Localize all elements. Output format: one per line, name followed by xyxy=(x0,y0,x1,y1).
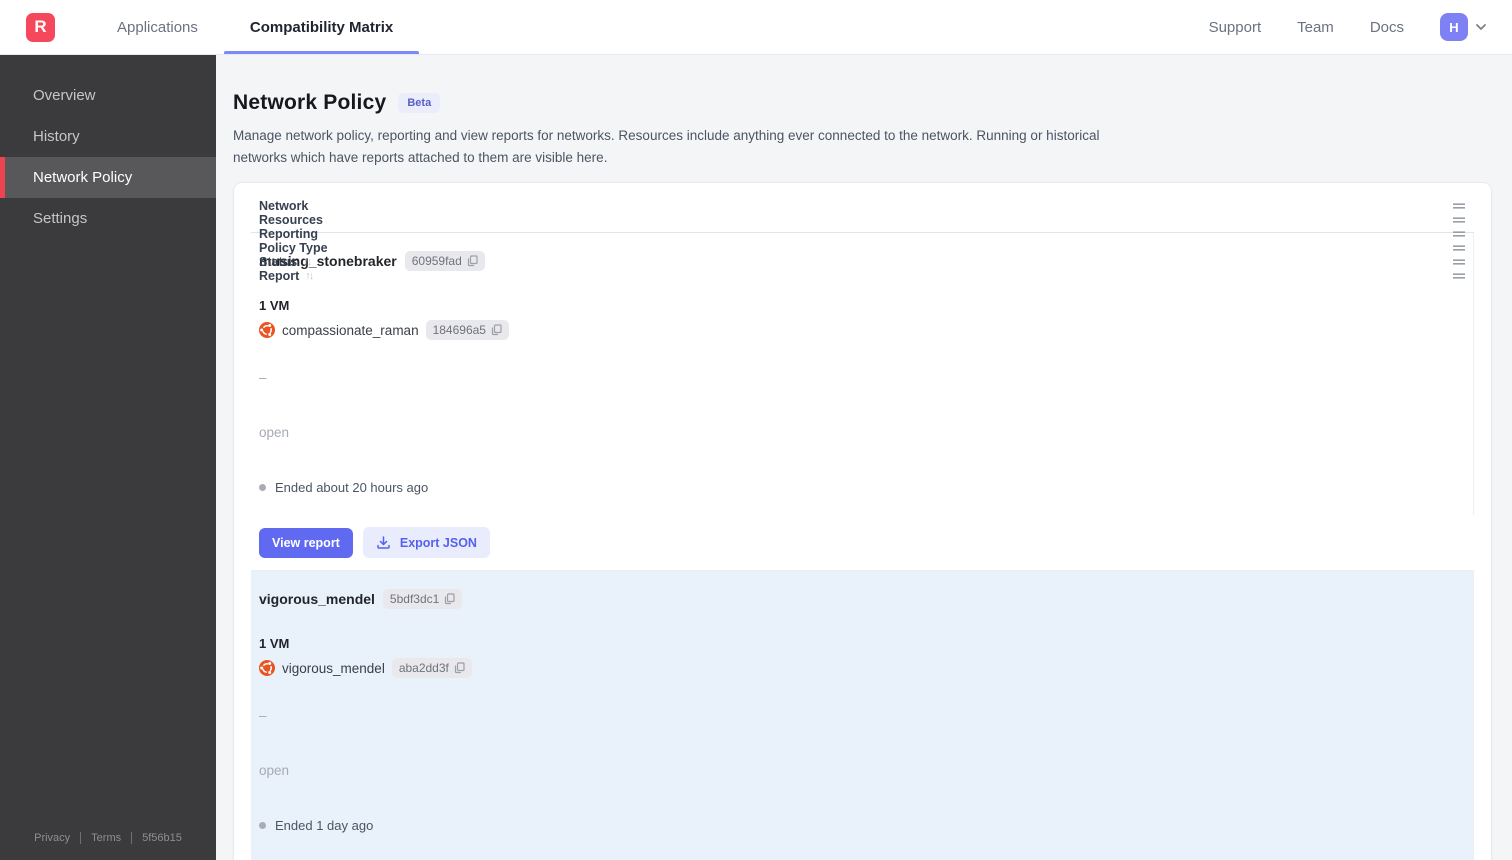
sidebar-item-overview[interactable]: Overview xyxy=(0,75,216,116)
copy-icon xyxy=(454,662,465,674)
user-menu[interactable]: H xyxy=(1440,13,1488,41)
col-header-policy-type[interactable]: Policy Type xyxy=(251,241,1474,255)
topbar: R Applications Compatibility Matrix Supp… xyxy=(0,0,1512,55)
networks-table-header: Network Resources Reporting Policy Type … xyxy=(251,199,1474,283)
resource-id: aba2dd3f xyxy=(398,661,449,676)
network-id-badge[interactable]: 5bdf3dc1 xyxy=(382,588,463,609)
network-name-cell: vigorous_mendel 5bdf3dc1 xyxy=(251,571,1474,627)
copy-icon xyxy=(491,324,502,336)
sidebar-item-settings[interactable]: Settings xyxy=(0,198,216,239)
col-label: Policy Type xyxy=(259,241,328,256)
view-report-button[interactable]: View report xyxy=(259,527,353,558)
status-text: Ended about 20 hours ago xyxy=(275,480,429,496)
network-name: vigorous_mendel xyxy=(259,590,375,607)
topbar-right: Support Team Docs H xyxy=(1209,13,1512,41)
link-support[interactable]: Support xyxy=(1209,19,1262,36)
reporting-cell: – xyxy=(251,350,1474,406)
sidebar-item-history[interactable]: History xyxy=(0,116,216,157)
beta-badge: Beta xyxy=(398,93,441,113)
column-menu-icon[interactable] xyxy=(1452,258,1466,266)
resource-name[interactable]: vigorous_mendel xyxy=(282,661,385,676)
resource-count: 1 VM xyxy=(259,298,290,314)
sidebar-footer: Privacy Terms 5f56b15 xyxy=(0,818,216,860)
ubuntu-icon xyxy=(259,660,275,677)
status-cell: Ended 1 day ago xyxy=(251,798,1474,854)
col-header-report[interactable]: Report ↑↓ xyxy=(251,269,1474,283)
resources-cell: 1 VM compassionate_raman 184696a5 xyxy=(251,288,1474,351)
sidebar-nav: Overview History Network Policy Settings xyxy=(0,75,216,239)
col-header-status[interactable]: Status ↑↓ xyxy=(251,255,1474,269)
resources-cell: 1 VM vigorous_mendel aba2dd3f xyxy=(251,626,1474,689)
resource-id: 184696a5 xyxy=(432,323,486,338)
network-row: vigorous_mendel 5bdf3dc1 1 VM vigorous_m… xyxy=(251,571,1474,860)
footer-divider xyxy=(80,832,82,844)
status-dot-icon xyxy=(259,484,266,492)
network-id: 5bdf3dc1 xyxy=(389,591,440,606)
column-menu-icon[interactable] xyxy=(1452,230,1466,238)
resource-id-badge[interactable]: aba2dd3f xyxy=(391,658,472,679)
status-dot-icon xyxy=(259,822,266,830)
column-menu-icon[interactable] xyxy=(1452,216,1466,224)
footer-divider xyxy=(131,832,133,844)
app-logo[interactable]: R xyxy=(26,12,55,42)
column-menu-icon[interactable] xyxy=(1452,244,1466,252)
column-menu-icon[interactable] xyxy=(1452,272,1466,280)
col-label: Status xyxy=(259,255,298,270)
sidebar-item-network-policy[interactable]: Network Policy xyxy=(0,157,216,198)
export-label: Export JSON xyxy=(399,535,477,550)
link-docs[interactable]: Docs xyxy=(1370,19,1404,36)
resource-id-badge[interactable]: 184696a5 xyxy=(425,320,509,341)
sort-icon[interactable]: ↑↓ xyxy=(303,256,312,269)
ubuntu-icon xyxy=(259,322,275,339)
col-label: Report xyxy=(259,269,300,284)
copy-icon xyxy=(445,593,455,604)
link-team[interactable]: Team xyxy=(1297,19,1334,36)
page-description: Manage network policy, reporting and vie… xyxy=(233,128,1100,165)
build-version: 5f56b15 xyxy=(142,832,182,844)
chevron-down-icon xyxy=(1474,20,1488,34)
col-label: Reporting xyxy=(259,227,319,242)
report-cell: View report Export JSON xyxy=(251,515,1474,570)
policy-type-cell: open xyxy=(251,405,1474,461)
sort-icon[interactable]: ↑↓ xyxy=(305,270,314,283)
resource-count: 1 VM xyxy=(259,636,290,652)
reporting-cell: – xyxy=(251,688,1474,744)
col-header-reporting[interactable]: Reporting xyxy=(251,227,1474,241)
status-text: Ended 1 day ago xyxy=(275,818,374,834)
export-json-button[interactable]: Export JSON xyxy=(362,527,490,559)
main-content: Network Policy Beta Manage network polic… xyxy=(216,55,1512,860)
page-title: Network Policy xyxy=(233,91,387,114)
policy-type-cell: open xyxy=(251,743,1474,799)
col-header-network[interactable]: Network xyxy=(251,199,1474,213)
privacy-link[interactable]: Privacy xyxy=(34,832,70,844)
status-cell: Ended about 20 hours ago xyxy=(251,460,1474,516)
tab-applications[interactable]: Applications xyxy=(91,0,224,54)
top-navigation: Applications Compatibility Matrix xyxy=(91,0,420,54)
sidebar: Overview History Network Policy Settings… xyxy=(0,55,216,860)
col-label: Network xyxy=(259,199,309,214)
column-menu-icon[interactable] xyxy=(1452,202,1466,210)
download-icon xyxy=(377,536,390,549)
report-cell: Hide report Export JSON xyxy=(251,853,1474,860)
terms-link[interactable]: Terms xyxy=(91,832,121,844)
avatar[interactable]: H xyxy=(1440,13,1468,41)
networks-card: Network Resources Reporting Policy Type … xyxy=(233,182,1492,860)
tab-compatibility-matrix[interactable]: Compatibility Matrix xyxy=(223,0,420,54)
resource-name[interactable]: compassionate_raman xyxy=(282,323,419,338)
col-label: Resources xyxy=(259,213,323,228)
network-row: musing_stonebraker 60959fad 1 VM compass… xyxy=(251,233,1474,572)
col-header-resources[interactable]: Resources xyxy=(251,213,1474,227)
